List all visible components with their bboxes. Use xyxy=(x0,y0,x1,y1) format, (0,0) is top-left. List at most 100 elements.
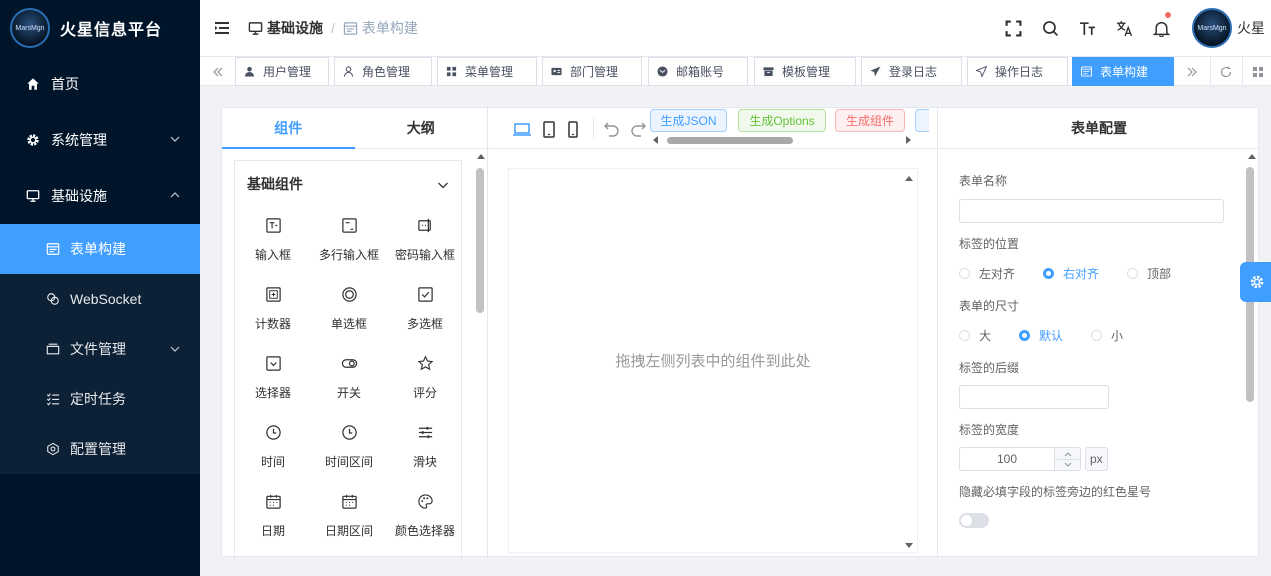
toolbar-scrollbar[interactable] xyxy=(667,137,793,144)
sidebar-item-form-builder[interactable]: 表单构建 xyxy=(0,224,200,274)
sidebar-item-home[interactable]: 首页 xyxy=(0,56,200,112)
group-header[interactable]: 基础组件 xyxy=(235,161,461,207)
radio-default[interactable]: 默认 xyxy=(1019,327,1063,344)
tag-mail-account[interactable]: 邮箱账号 xyxy=(648,57,748,86)
radio-label: 小 xyxy=(1111,328,1124,343)
breadcrumb-item-infrastructure[interactable]: 基础设施 xyxy=(248,18,323,38)
refresh-tags-button[interactable] xyxy=(1210,57,1240,86)
breadcrumb-separator: / xyxy=(331,20,335,36)
form-config-title: 表单配置 xyxy=(939,108,1259,149)
component-date[interactable]: 日期 xyxy=(235,483,311,552)
sidebar-item-scheduled-tasks[interactable]: 定时任务 xyxy=(0,374,200,424)
tag-department-management[interactable]: 部门管理 xyxy=(542,57,642,86)
radio-small[interactable]: 小 xyxy=(1091,327,1123,344)
toolbar-scroll-left[interactable] xyxy=(653,136,658,144)
top-header: 基础设施 / 表单构建 MarsMgn 火星 xyxy=(200,0,1271,56)
component-date-range[interactable]: 日期区间 xyxy=(311,483,387,552)
label-width-field: 100 px xyxy=(959,447,1229,471)
font-size-button[interactable] xyxy=(1069,0,1106,56)
gear-icon xyxy=(27,134,39,146)
redo-icon[interactable] xyxy=(629,119,649,139)
settings-float-button[interactable] xyxy=(1240,262,1271,302)
basic-components-group: 基础组件 输入框 多行输入框 密码输入框 计数器 单选框 多选框 选择器 开关 … xyxy=(234,160,462,560)
config-scroll-up[interactable] xyxy=(1248,154,1256,159)
component-time[interactable]: 时间 xyxy=(235,414,311,483)
sidebar-item-websocket[interactable]: WebSocket xyxy=(0,274,200,324)
radio-top[interactable]: 顶部 xyxy=(1127,265,1171,282)
component-panel-scrollbar[interactable] xyxy=(476,168,484,313)
tag-form-builder[interactable]: 表单构建 xyxy=(1072,57,1174,86)
sidebar-item-label: 配置管理 xyxy=(70,441,126,457)
component-checkbox[interactable]: 多选框 xyxy=(387,276,463,345)
hamburger-icon[interactable] xyxy=(214,20,230,36)
component-password[interactable]: 密码输入框 xyxy=(387,207,463,276)
sidebar-item-config-management[interactable]: 配置管理 xyxy=(0,424,200,474)
component-select[interactable]: 选择器 xyxy=(235,345,311,414)
radio-left-align[interactable]: 左对齐 xyxy=(959,265,1015,282)
increment-button[interactable] xyxy=(1055,448,1080,459)
tablet-view-icon[interactable] xyxy=(539,119,559,139)
mobile-view-icon[interactable] xyxy=(563,119,583,139)
component-switch[interactable]: 开关 xyxy=(311,345,387,414)
star-icon xyxy=(417,355,433,371)
sidebar-item-label: 系统管理 xyxy=(51,132,107,148)
tag-user-management[interactable]: 用户管理 xyxy=(235,57,329,86)
hide-asterisk-switch[interactable] xyxy=(959,513,989,528)
undo-icon[interactable] xyxy=(601,119,621,139)
form-icon xyxy=(46,243,60,255)
decrement-button[interactable] xyxy=(1055,459,1080,470)
tag-label: 菜单管理 xyxy=(465,65,514,79)
component-rate[interactable]: 评分 xyxy=(387,345,463,414)
component-counter[interactable]: 计数器 xyxy=(235,276,311,345)
component-slider[interactable]: 滑块 xyxy=(387,414,463,483)
radio-right-align[interactable]: 右对齐 xyxy=(1043,265,1099,282)
tag-menu-management[interactable]: 菜单管理 xyxy=(437,57,537,86)
fullscreen-icon xyxy=(1005,20,1022,36)
username[interactable]: 火星 xyxy=(1237,18,1271,38)
generate-options-button[interactable]: 生成Options xyxy=(738,109,826,132)
form-name-input[interactable] xyxy=(959,199,1224,223)
component-radio[interactable]: 单选框 xyxy=(311,276,387,345)
tags-menu-button[interactable] xyxy=(1242,57,1271,86)
tag-login-log[interactable]: 登录日志 xyxy=(861,57,962,86)
tag-operation-log[interactable]: 操作日志 xyxy=(967,57,1068,86)
tab-components[interactable]: 组件 xyxy=(222,108,355,148)
more-generate-button[interactable] xyxy=(915,109,929,132)
canvas-scroll-up[interactable] xyxy=(905,176,913,181)
search-button[interactable] xyxy=(1032,0,1069,56)
tag-template-management[interactable]: 模板管理 xyxy=(754,57,856,86)
label-width-input[interactable]: 100 xyxy=(959,447,1081,471)
tags-scroll-right-button[interactable] xyxy=(1177,57,1207,86)
radio-circle xyxy=(1091,329,1103,341)
radio-label: 默认 xyxy=(1039,328,1064,343)
tags-scroll-left-button[interactable] xyxy=(203,57,233,86)
sidebar-item-file-management[interactable]: 文件管理 xyxy=(0,324,200,374)
component-textarea[interactable]: 多行输入框 xyxy=(311,207,387,276)
drop-zone[interactable]: 拖拽左侧列表中的组件到此处 xyxy=(508,168,918,553)
language-button[interactable] xyxy=(1106,0,1143,56)
tab-outline[interactable]: 大纲 xyxy=(355,108,488,148)
generate-json-button[interactable]: 生成JSON xyxy=(650,109,727,132)
generate-component-button[interactable]: 生成组件 xyxy=(835,109,905,132)
component-color-picker[interactable]: 颜色选择器 xyxy=(387,483,463,552)
tag-role-management[interactable]: 角色管理 xyxy=(334,57,432,86)
toolbar-scroll-right[interactable] xyxy=(906,136,911,144)
scroll-up-arrow[interactable] xyxy=(477,154,485,159)
fullscreen-button[interactable] xyxy=(995,0,1032,56)
active-tab-indicator xyxy=(222,147,355,149)
component-time-range[interactable]: 时间区间 xyxy=(311,414,387,483)
app-root: MarsMgn 火星信息平台 首页 系统管理 基础设施 表单构建 WebSock… xyxy=(0,0,1271,576)
desktop-view-icon[interactable] xyxy=(512,119,532,139)
canvas-scroll-down[interactable] xyxy=(905,543,913,548)
sidebar-item-infrastructure[interactable]: 基础设施 xyxy=(0,168,200,224)
chevron-up-icon xyxy=(1064,451,1071,456)
sidebar-item-system[interactable]: 系统管理 xyxy=(0,112,200,168)
component-input[interactable]: 输入框 xyxy=(235,207,311,276)
radio-circle xyxy=(959,329,970,341)
notification-button[interactable] xyxy=(1143,0,1180,56)
group-title: 基础组件 xyxy=(247,176,303,192)
user-avatar[interactable]: MarsMgn xyxy=(1192,8,1232,48)
label-suffix-input[interactable] xyxy=(959,385,1109,409)
radio-large[interactable]: 大 xyxy=(959,327,991,344)
logo[interactable]: MarsMgn 火星信息平台 xyxy=(0,0,200,56)
